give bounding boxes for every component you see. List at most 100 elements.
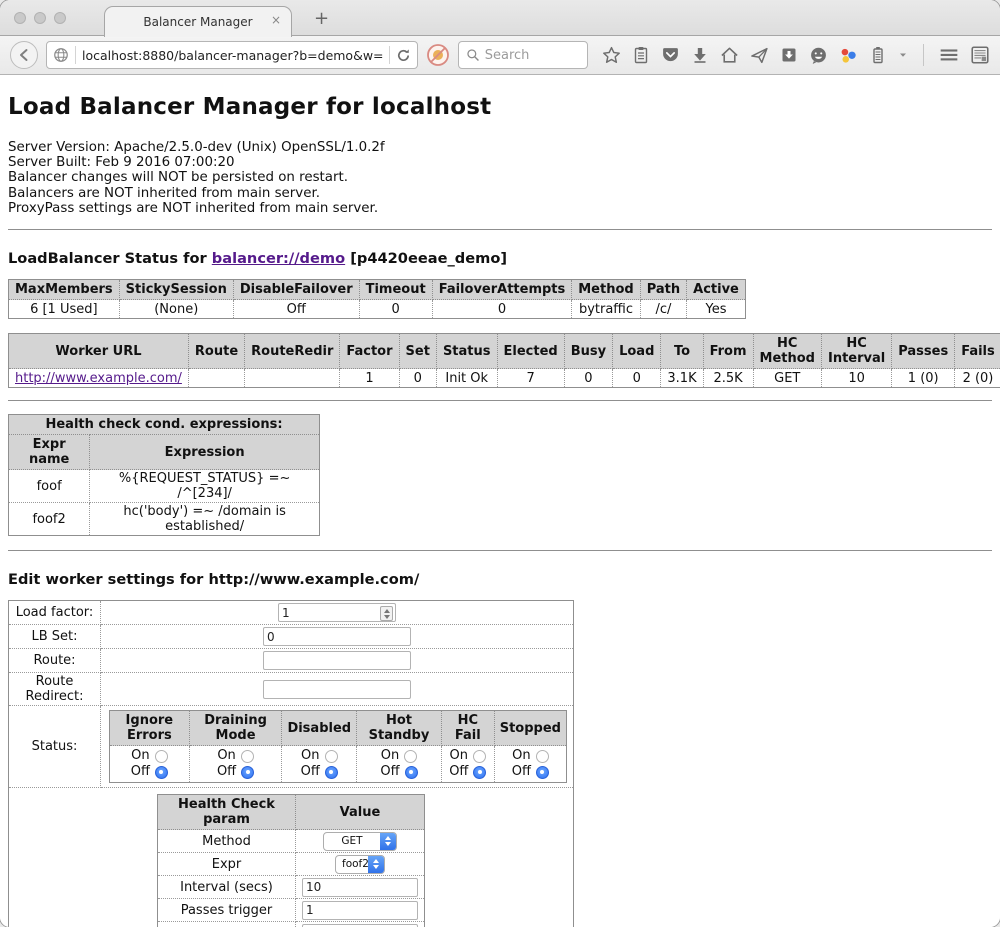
passes-trigger-input[interactable] (302, 901, 418, 920)
hot-standby-off-radio[interactable] (405, 766, 418, 779)
page-content: Load Balancer Manager for localhost Serv… (0, 75, 1000, 927)
toolbar-divider (923, 44, 924, 66)
lb-set-input[interactable] (263, 627, 411, 646)
balancer-demo-link[interactable]: balancer://demo (212, 250, 345, 267)
ignore-errors-off-radio[interactable] (155, 766, 168, 779)
load-factor-label: Load factor: (9, 601, 101, 625)
bookmark-star-icon[interactable] (602, 46, 621, 65)
back-button[interactable] (10, 41, 38, 69)
server-info: Server Version: Apache/2.5.0-dev (Unix) … (8, 140, 992, 216)
disabled-on-radio[interactable] (325, 750, 338, 763)
col-failoverattempts: FailoverAttempts (432, 280, 572, 300)
chevron-down-icon[interactable] (898, 50, 908, 60)
save-to-device-icon[interactable] (780, 46, 798, 64)
method-select[interactable]: GET (323, 832, 397, 851)
search-icon (466, 48, 480, 62)
worker-url-link[interactable]: http://www.example.com/ (15, 371, 182, 386)
zoom-window-button[interactable] (54, 12, 66, 24)
col-maxmembers: MaxMembers (9, 280, 120, 300)
url-bar[interactable] (46, 41, 418, 69)
status-cell-stopped: On Off (494, 746, 566, 783)
col-draining-mode: Draining Mode (189, 711, 282, 746)
number-stepper[interactable] (380, 606, 393, 621)
col-disabled: Disabled (282, 711, 357, 746)
route-label: Route: (9, 649, 101, 673)
new-tab-button[interactable]: + (308, 8, 335, 29)
pocket-icon[interactable] (661, 46, 680, 65)
tab-title: Balancer Manager (143, 15, 252, 29)
fails-trigger-input[interactable] (302, 924, 418, 927)
reading-list-icon[interactable] (632, 46, 650, 64)
tab-close-icon[interactable]: × (271, 14, 281, 26)
battery-status-icon[interactable] (869, 46, 887, 64)
status-heading-prefix: LoadBalancer Status for (8, 250, 212, 267)
col-path: Path (640, 280, 686, 300)
route-redirect-label: Route Redirect: (9, 673, 101, 706)
fails-trigger-label: Fails trigger) (158, 922, 296, 927)
hc-fail-on-radio[interactable] (473, 750, 486, 763)
select-arrows-icon (380, 832, 396, 851)
home-icon[interactable] (720, 46, 739, 65)
load-factor-input[interactable] (278, 603, 396, 622)
draining-mode-off-radio[interactable] (241, 766, 254, 779)
hc-expr-title: Health check cond. expressions: (9, 415, 320, 435)
route-input[interactable] (263, 651, 411, 670)
reload-icon[interactable] (396, 48, 411, 63)
divider (8, 229, 992, 230)
health-check-expressions-table: Health check cond. expressions: Expr nam… (8, 414, 320, 536)
col-ignore-errors: Ignore Errors (110, 711, 190, 746)
status-heading-suffix: [p4420eeae_demo] (345, 250, 507, 267)
close-window-button[interactable] (14, 12, 26, 24)
divider (8, 400, 992, 401)
ignore-errors-on-radio[interactable] (155, 750, 168, 763)
disabled-off-radio[interactable] (325, 766, 338, 779)
hc-fail-off-radio[interactable] (473, 766, 486, 779)
col-method: Method (572, 280, 640, 300)
status-matrix: Ignore Errors Draining Mode Disabled Hot… (109, 710, 567, 783)
browser-window: Balancer Manager × + (0, 0, 1000, 927)
globe-icon (53, 47, 69, 63)
stopped-off-radio[interactable] (536, 766, 549, 779)
tab-balancer-manager[interactable]: Balancer Manager × (104, 6, 292, 37)
route-redirect-input[interactable] (263, 680, 411, 699)
worker-row: http://www.example.com/ 1 0 Init Ok 7 0 … (9, 369, 1000, 388)
search-bar[interactable] (458, 41, 588, 69)
status-label: Status: (9, 706, 101, 788)
search-input[interactable] (485, 48, 575, 63)
balancers-note-line: Balancers are NOT inherited from main se… (8, 186, 992, 201)
col-timeout: Timeout (359, 280, 432, 300)
hot-standby-on-radio[interactable] (404, 750, 417, 763)
expr-row: foof %{REQUEST_STATUS} =~ /^[234]/ (9, 470, 320, 503)
minimize-window-button[interactable] (34, 12, 46, 24)
interval-input[interactable] (302, 878, 418, 897)
server-version-line: Server Version: Apache/2.5.0-dev (Unix) … (8, 140, 992, 155)
status-cell-hot-standby: On Off (357, 746, 442, 783)
divider (8, 550, 992, 551)
extension-colordots-icon[interactable] (839, 46, 858, 65)
address-input[interactable] (82, 48, 383, 63)
expr-row: foof2 hc('body') =~ /domain is establish… (9, 503, 320, 536)
page-thumbnail-icon[interactable] (970, 45, 990, 65)
navigation-toolbar (0, 36, 1000, 75)
server-built-line: Server Built: Feb 9 2016 07:00:20 (8, 155, 992, 170)
page-title: Load Balancer Manager for localhost (8, 94, 992, 120)
chat-smiley-icon[interactable] (809, 46, 828, 65)
health-check-params-table: Health Check param Value Method GET (157, 794, 425, 927)
stopped-on-radio[interactable] (536, 750, 549, 763)
worker-status-table: Worker URL Route RouteRedir Factor Set S… (8, 333, 1000, 388)
downloads-icon[interactable] (691, 46, 709, 64)
menu-icon[interactable] (939, 45, 959, 65)
urlbar-divider (75, 46, 76, 64)
send-page-icon[interactable] (750, 46, 769, 65)
content-blocker-icon[interactable] (426, 43, 450, 67)
draining-mode-on-radio[interactable] (241, 750, 254, 763)
passes-trigger-label: Passes trigger (158, 899, 296, 922)
balancer-row: 6 [1 Used] (None) Off 0 0 bytraffic /c/ … (9, 300, 746, 319)
select-arrows-icon (368, 855, 384, 874)
status-cell-ignore-errors: On Off (110, 746, 190, 783)
balancer-status-table: MaxMembers StickySession DisableFailover… (8, 279, 746, 319)
expr-select[interactable]: foof2 (335, 855, 385, 874)
toolbar-icons (602, 44, 990, 66)
back-arrow-icon (16, 47, 32, 63)
urlbar-divider (389, 46, 390, 64)
